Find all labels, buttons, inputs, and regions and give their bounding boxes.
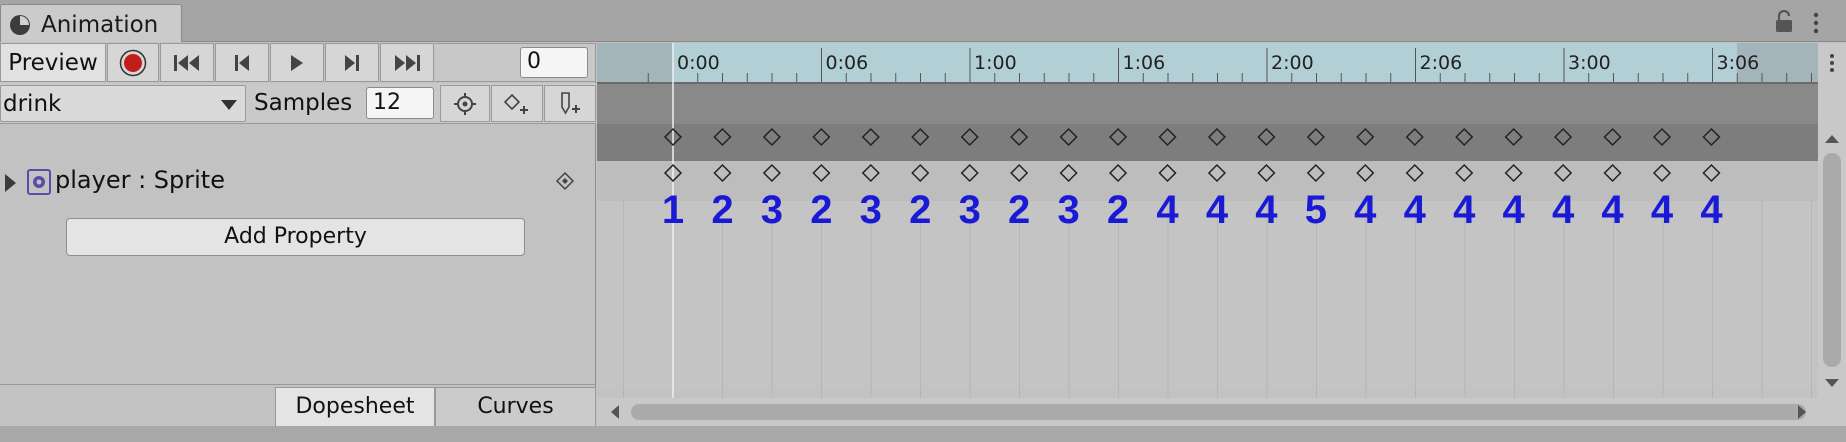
add-property-button[interactable]: Add Property: [66, 218, 525, 256]
frame-annotation: 4: [1503, 188, 1526, 232]
skip-to-start-icon: [174, 54, 199, 71]
tab-curves[interactable]: Curves: [435, 387, 596, 427]
record-button[interactable]: [107, 43, 159, 82]
frame-annotation: 3: [1057, 188, 1079, 232]
animation-clock-icon: [10, 15, 30, 35]
clip-name: drink: [3, 91, 62, 117]
clip-dropdown[interactable]: drink: [0, 85, 246, 122]
frame-annotation: 5: [1305, 188, 1327, 232]
summary-keyframe-row[interactable]: [597, 124, 1818, 161]
crosshair-icon: [454, 92, 476, 115]
samples-field[interactable]: 12: [366, 87, 434, 119]
hierarchy-panel: Preview 0 drink Samples 12 player: Spri…: [0, 43, 596, 427]
frame-annotation: 3: [860, 188, 882, 232]
summary-header-row: [597, 84, 1818, 124]
step-forward-icon: [345, 54, 359, 71]
skip-to-end-icon: [395, 54, 420, 71]
frame-annotation: 2: [1008, 188, 1030, 232]
frame-annotation: 4: [1404, 188, 1427, 232]
previous-keyframe-button[interactable]: [215, 43, 269, 82]
property-label: player : Sprite: [55, 166, 225, 194]
frame-annotation: 3: [761, 188, 783, 232]
frame-annotation: 4: [1453, 188, 1476, 232]
frame-annotation: 3: [959, 188, 981, 232]
lock-icon[interactable]: [1774, 10, 1794, 34]
window-tab-bar: Animation: [0, 0, 1846, 42]
next-keyframe-button[interactable]: [325, 43, 379, 82]
add-keyframe-button[interactable]: [491, 85, 543, 122]
ruler-label: 1:06: [1123, 52, 1166, 74]
ruler-label: 2:06: [1420, 52, 1463, 74]
add-event-icon: [561, 91, 580, 115]
first-keyframe-button[interactable]: [160, 43, 214, 82]
keyframe-snap-button[interactable]: [440, 85, 490, 122]
view-mode-tabs: Dopesheet Curves: [0, 384, 596, 427]
frame-annotation: 4: [1700, 188, 1723, 232]
sprite-renderer-icon: [27, 169, 51, 195]
frame-annotation: 4: [1206, 188, 1229, 232]
frame-annotation: 2: [1107, 188, 1129, 232]
step-back-icon: [235, 54, 249, 71]
frame-annotation: 2: [711, 188, 733, 232]
frame-annotation: 4: [1156, 188, 1179, 232]
frame-annotation: 4: [1354, 188, 1377, 232]
ruler-label: 3:00: [1568, 52, 1611, 74]
ruler-label: 2:00: [1271, 52, 1314, 74]
vertical-scroll-thumb[interactable]: [1823, 153, 1841, 367]
current-frame-field[interactable]: 0: [520, 47, 588, 78]
play-button[interactable]: [270, 43, 324, 82]
tab-dopesheet[interactable]: Dopesheet: [275, 387, 435, 427]
frame-annotation: 4: [1255, 188, 1278, 232]
tab-title: Animation: [41, 12, 159, 38]
more-options-icon[interactable]: [1830, 54, 1834, 72]
preview-button[interactable]: Preview: [0, 43, 106, 82]
add-event-button[interactable]: [544, 85, 596, 122]
foldout-arrow-icon[interactable]: [5, 174, 16, 192]
time-ruler[interactable]: [597, 43, 1818, 82]
ruler-label: 0:00: [677, 52, 720, 74]
record-icon: [119, 49, 147, 76]
animation-tab[interactable]: Animation: [0, 4, 182, 42]
dopesheet-area[interactable]: 0:00 0:06 1:00 1:06 2:00 2:06 3:00 3:06 1232323…: [597, 43, 1846, 426]
ruler-label: 3:06: [1717, 52, 1760, 74]
dropdown-arrow-icon: [221, 100, 237, 110]
property-keyframe-icon[interactable]: [555, 171, 575, 191]
frame-annotation: 4: [1552, 188, 1575, 232]
frame-annotation: 2: [810, 188, 832, 232]
window-bottom-edge: [0, 426, 1846, 442]
play-icon: [291, 54, 303, 71]
ruler-divider: [597, 82, 1818, 84]
ruler-label: 0:06: [826, 52, 869, 74]
property-row[interactable]: player : Sprite: [0, 161, 596, 201]
ruler-start-shade: [597, 43, 673, 82]
last-keyframe-button[interactable]: [380, 43, 434, 82]
clip-toolbar: drink Samples 12: [0, 83, 596, 124]
add-keyframe-icon: [503, 93, 528, 114]
frame-annotation: 4: [1601, 188, 1624, 232]
horizontal-scroll-thumb[interactable]: [631, 404, 1806, 420]
frame-annotation: 1: [662, 188, 684, 232]
frame-annotation: 4: [1651, 188, 1674, 232]
samples-label: Samples: [254, 90, 353, 116]
frame-annotation: 2: [909, 188, 931, 232]
more-menu-icon[interactable]: [1812, 12, 1820, 34]
ruler-label: 1:00: [974, 52, 1017, 74]
